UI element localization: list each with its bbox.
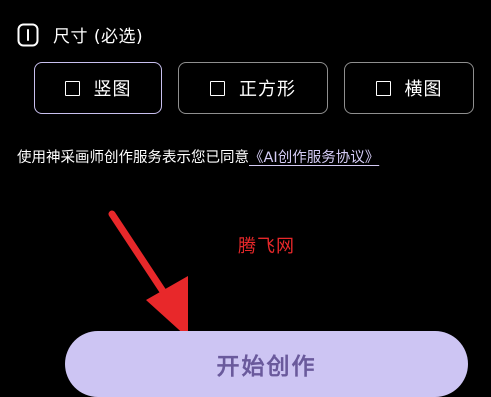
checkbox-icon — [375, 80, 391, 96]
size-option-landscape[interactable]: 横图 — [344, 62, 474, 114]
size-section-title: 尺寸 (必选) — [53, 27, 144, 47]
size-option-label: 竖图 — [93, 79, 132, 100]
size-option-portrait[interactable]: 竖图 — [34, 62, 162, 114]
checkbox-icon — [210, 80, 225, 96]
size-option-label: 横图 — [404, 79, 443, 100]
agreement-link[interactable]: 《AI创作服务协议》 — [249, 150, 379, 166]
size-option-square[interactable]: 正方形 — [178, 62, 328, 114]
agreement-text: 使用神采画师创作服务表示您已同意 — [17, 150, 249, 166]
aspect-ratio-icon — [17, 23, 39, 46]
start-create-button[interactable]: 开始创作 — [65, 331, 468, 397]
watermark: 腾飞网 — [238, 236, 295, 257]
agreement-notice: 使用神采画师创作服务表示您已同意《AI创作服务协议》 — [17, 146, 379, 167]
size-section-header: 尺寸 (必选) — [17, 22, 143, 47]
start-create-label: 开始创作 — [216, 354, 317, 380]
size-option-label: 正方形 — [239, 79, 296, 100]
create-page: 尺寸 (必选) 竖图 正方形 横图 使用神采画师创作服务表示您已同意《AI创作服… — [0, 0, 491, 397]
checkbox-icon — [64, 80, 80, 96]
